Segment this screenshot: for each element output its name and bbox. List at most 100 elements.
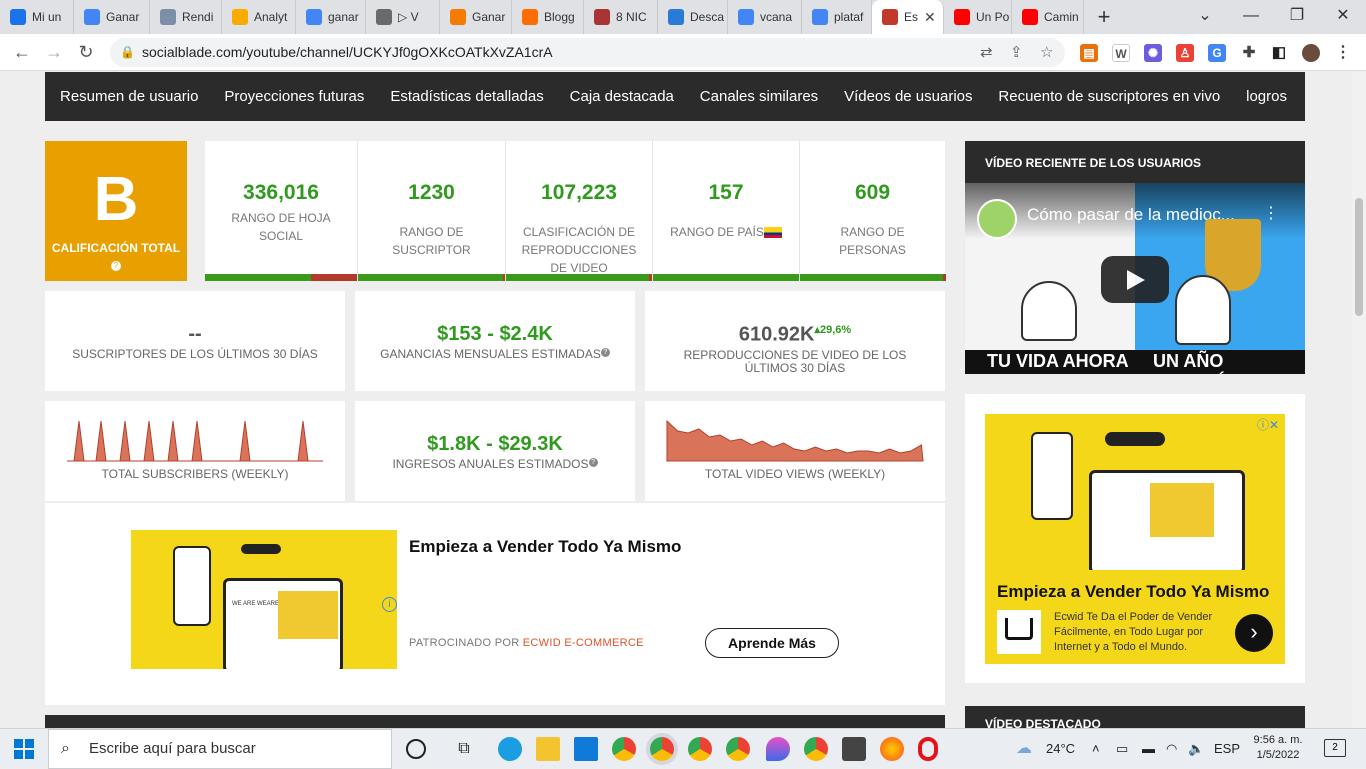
extension-icon[interactable]: ▤ xyxy=(1080,44,1098,62)
cortana-icon[interactable] xyxy=(406,739,426,759)
word-extension-icon[interactable]: W xyxy=(1112,44,1130,62)
ad-image[interactable]: WE ARE WEAREL xyxy=(131,530,397,669)
edge-icon[interactable] xyxy=(498,737,522,761)
browser-tab[interactable]: Camin xyxy=(1012,0,1084,34)
sponsored-ad[interactable]: WE ARE WEAREL i Empieza a Vender Todo Ya… xyxy=(45,503,945,705)
ad-sponsor-name[interactable]: ECWID E-COMMERCE xyxy=(523,637,644,649)
tab-search-icon[interactable]: ⌄ xyxy=(1182,0,1228,34)
windows-start-icon[interactable] xyxy=(14,739,34,759)
browser-tab[interactable]: Blogg xyxy=(512,0,584,34)
ad-title[interactable]: Empieza a Vender Todo Ya Mismo xyxy=(409,537,681,557)
chevron-right-icon[interactable]: › xyxy=(1235,614,1273,652)
featured-video-header: VÍDEO DESTACADO xyxy=(965,706,1305,728)
help-icon[interactable]: ? xyxy=(600,348,610,357)
sidebar-ad-title[interactable]: Empieza a Vender Todo Ya Mismo xyxy=(997,582,1269,602)
rank-socialblade: 336,016 RANGO DE HOJA SOCIAL xyxy=(205,141,357,281)
new-tab-button[interactable]: + xyxy=(1084,0,1124,34)
nav-user-videos[interactable]: Vídeos de usuarios xyxy=(844,88,972,105)
tray-chevron-icon[interactable]: ˄ xyxy=(1092,729,1100,769)
translate-icon[interactable]: ⇄ xyxy=(980,38,993,67)
task-view-icon[interactable]: ⧉ xyxy=(452,737,476,761)
wifi-icon[interactable]: ◠ xyxy=(1166,729,1177,769)
reload-button[interactable]: ↻ xyxy=(70,34,102,71)
sidebar-ad[interactable]: ⓘ✕ Empieza a Vender Todo Ya Mismo Ecwid … xyxy=(985,414,1285,664)
adchoices-icon[interactable]: i xyxy=(382,597,397,612)
language-indicator[interactable]: ESP xyxy=(1214,729,1240,769)
channel-avatar[interactable] xyxy=(977,199,1017,239)
browser-tab[interactable]: Mi un xyxy=(0,0,74,34)
bookmark-star-icon[interactable]: ☆ xyxy=(1040,38,1053,67)
weather-icon[interactable]: ☁ xyxy=(1016,729,1032,769)
nav-user-summary[interactable]: Resumen de usuario xyxy=(60,88,198,105)
sidepanel-icon[interactable]: ◧ xyxy=(1270,44,1288,62)
back-button[interactable]: ← xyxy=(6,34,38,71)
tab-label: Camin xyxy=(1044,10,1079,24)
browser-tab[interactable]: vcana xyxy=(728,0,802,34)
share-icon[interactable]: ⇪ xyxy=(1010,38,1023,67)
tablet-mockup: WE ARE WEAREL xyxy=(223,578,343,669)
chrome-profile-icon[interactable] xyxy=(650,737,674,761)
restore-button[interactable]: ❐ xyxy=(1274,0,1320,34)
nav-featured-box[interactable]: Caja destacada xyxy=(570,88,674,105)
clock-date: 1/5/2022 xyxy=(1256,749,1300,761)
translate-extension-icon[interactable]: G xyxy=(1208,44,1226,62)
browser-tab[interactable]: ganar xyxy=(296,0,366,34)
app-icon[interactable] xyxy=(842,737,866,761)
browser-tab[interactable]: Analyt xyxy=(222,0,296,34)
adchoices-icon[interactable]: ⓘ✕ xyxy=(1257,416,1279,433)
chrome-icon[interactable] xyxy=(612,737,636,761)
file-explorer-icon[interactable] xyxy=(536,737,560,761)
weather-temp[interactable]: 24°C xyxy=(1046,729,1075,769)
rank-label: RANGO DE SUSCRIPTOR xyxy=(392,225,471,257)
taskbar-search-box[interactable]: ⌕ Escribe aquí para buscar xyxy=(48,729,392,769)
notifications-icon[interactable]: 2 xyxy=(1324,739,1346,757)
paint-drop-icon[interactable] xyxy=(766,737,790,761)
nav-achievements[interactable]: logros xyxy=(1246,88,1287,105)
browser-tab[interactable]: Ganar xyxy=(74,0,150,34)
nav-similar-channels[interactable]: Canales similares xyxy=(700,88,818,105)
recent-video-player[interactable]: Cómo pasar de la medioc... ⋮ TU VIDA AHO… xyxy=(965,183,1305,374)
clock[interactable]: 9:56 a. m. 1/5/2022 xyxy=(1248,733,1308,763)
browser-tab[interactable]: Ganar xyxy=(440,0,512,34)
help-icon[interactable]: ? xyxy=(588,458,598,467)
browser-tab[interactable]: plataf xyxy=(802,0,872,34)
close-window-button[interactable]: ✕ xyxy=(1320,0,1366,34)
nav-detailed-stats[interactable]: Estadísticas detalladas xyxy=(390,88,543,105)
help-icon[interactable]: ? xyxy=(111,261,121,271)
google-icon xyxy=(812,9,828,25)
close-tab-icon[interactable]: ✕ xyxy=(924,9,936,26)
address-bar[interactable]: 🔒 socialblade.com/youtube/channel/UCKYJf… xyxy=(110,38,1065,67)
mail-icon[interactable] xyxy=(574,737,598,761)
browser-tab[interactable]: ▷ V xyxy=(366,0,440,34)
video-title[interactable]: Cómo pasar de la medioc... xyxy=(1027,205,1235,225)
chrome-icon[interactable] xyxy=(804,737,828,761)
browser-tab[interactable]: Desca xyxy=(658,0,728,34)
person-extension-icon[interactable]: ♙ xyxy=(1176,44,1194,62)
chrome-icon[interactable] xyxy=(688,737,712,761)
minimize-button[interactable]: — xyxy=(1228,0,1274,34)
menu-icon[interactable]: ⋮ xyxy=(1334,44,1352,62)
nav-future-projections[interactable]: Proyecciones futuras xyxy=(224,88,364,105)
forward-button[interactable]: → xyxy=(38,34,70,71)
firefox-icon[interactable] xyxy=(880,737,904,761)
gear-extension-icon[interactable]: ✺ xyxy=(1144,44,1162,62)
opera-icon[interactable] xyxy=(918,737,938,761)
volume-icon[interactable]: 🔈 xyxy=(1188,729,1204,769)
browser-tab[interactable]: Es ✕ xyxy=(872,0,944,34)
browser-tab[interactable]: 8 NIC xyxy=(584,0,658,34)
video-more-icon[interactable]: ⋮ xyxy=(1263,203,1279,223)
tray-device-icon[interactable]: ▭ xyxy=(1116,729,1128,769)
nav-live-sub-count[interactable]: Recuento de suscriptores en vivo xyxy=(998,88,1220,105)
battery-icon[interactable]: ▬ xyxy=(1142,729,1155,769)
scrollbar-thumb[interactable] xyxy=(1355,198,1363,316)
browser-tab[interactable]: Rendi xyxy=(150,0,222,34)
play-button[interactable] xyxy=(1101,256,1169,303)
ad-cta-button[interactable]: Aprende Más xyxy=(705,628,839,658)
page-scrollbar[interactable] xyxy=(1352,72,1366,728)
rank-value: 1230 xyxy=(408,181,455,204)
browser-tab[interactable]: Un Po xyxy=(944,0,1012,34)
tab-label: Desca xyxy=(690,10,725,24)
chrome-icon[interactable] xyxy=(726,737,750,761)
puzzle-icon[interactable]: ✚ xyxy=(1240,44,1258,62)
profile-avatar[interactable] xyxy=(1302,44,1320,62)
